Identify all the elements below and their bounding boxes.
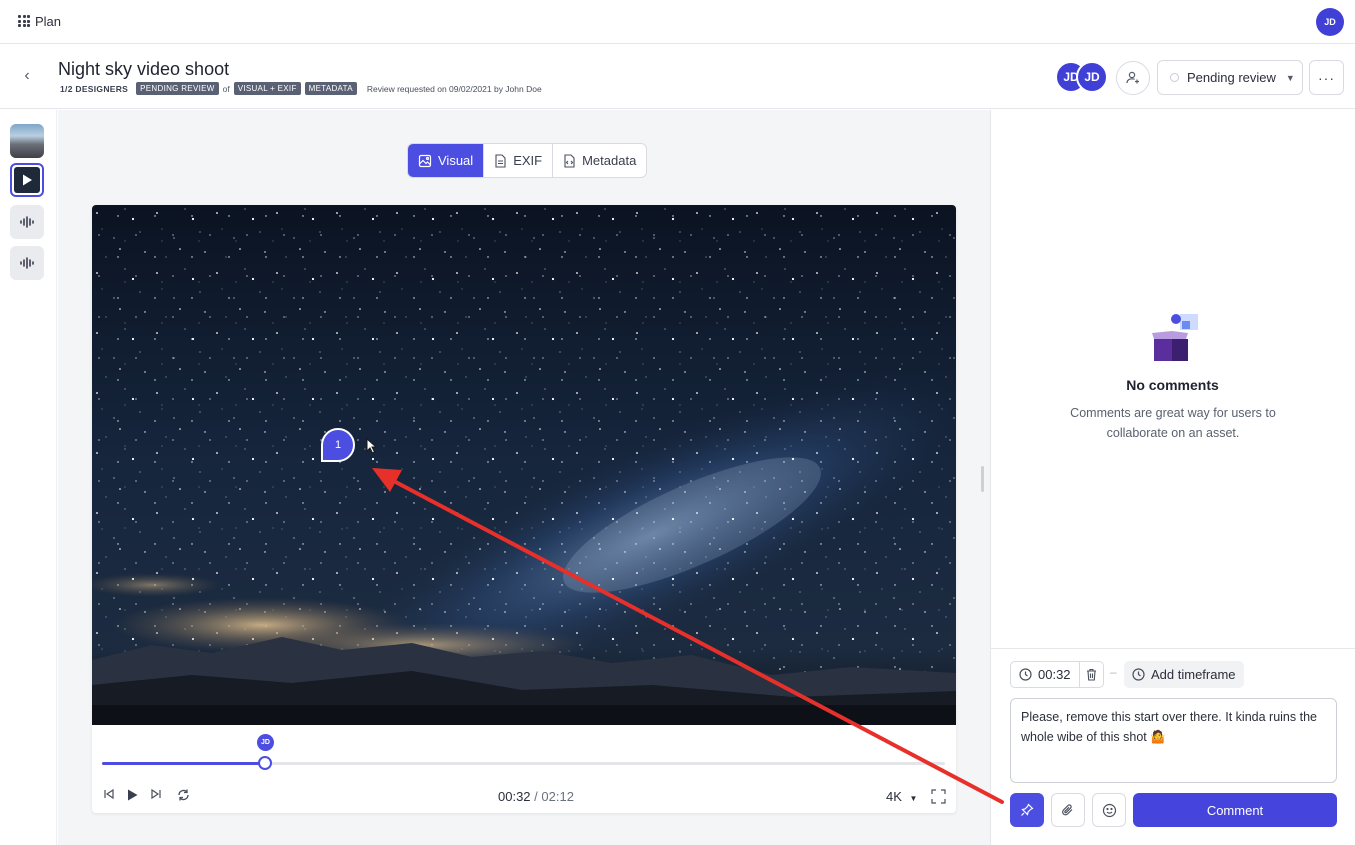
emoji-button[interactable] [1092,793,1126,827]
pin-icon [1021,803,1034,816]
skip-back-icon [104,788,114,800]
add-timeframe-label: Add timeframe [1151,667,1236,682]
top-bar: Plan JD [0,0,1355,44]
thumbnail-video-active[interactable] [10,163,44,197]
skip-back-button[interactable] [103,788,115,800]
comment-marker-avatar[interactable]: JD [257,734,274,751]
mouse-cursor-icon [366,438,378,454]
add-reviewer-button[interactable] [1116,61,1150,95]
timecode-chip[interactable]: 00:32 [1010,661,1104,688]
empty-state-title: No comments [1126,377,1219,393]
caret-down-icon: ▼ [1285,72,1295,83]
trash-icon [1086,668,1096,681]
tab-label: EXIF [513,153,543,168]
review-meta: 1/2 DESIGNERS PENDING REVIEW of VISUAL +… [60,82,542,95]
document-icon [495,153,506,168]
attach-button[interactable] [1051,793,1085,827]
play-icon [23,174,32,186]
timeframe-separator: – [1110,665,1117,679]
loop-button[interactable] [176,788,191,802]
comment-input[interactable]: Please, remove this start over there. It… [1010,698,1337,783]
timeline-progress [102,762,265,765]
play-button[interactable] [126,788,139,802]
view-tabs: Visual EXIF Metadata [407,143,648,178]
page-title: Night sky video shoot [58,59,230,79]
empty-state-description: Comments are great way for users to coll… [1070,406,1276,440]
timecode-value: 00:32 [1038,667,1071,682]
caret-down-icon: ▼ [909,794,918,803]
fullscreen-icon [931,789,946,804]
audio-wave-icon [20,216,34,228]
loop-icon [178,789,189,801]
thumbnail-audio-2[interactable] [10,246,44,280]
smiley-icon [1102,803,1116,817]
playback-time: 00:32 / 02:12 [498,789,574,804]
reviewer-avatar[interactable]: JD [1076,61,1108,93]
clock-icon [1132,668,1145,681]
total-time: 02:12 [541,789,574,804]
user-avatar[interactable]: JD [1316,8,1344,36]
tab-label: Metadata [582,153,637,168]
scope-badge-metadata: METADATA [304,82,357,95]
image-icon [418,154,432,167]
panel-resize-handle[interactable] [981,466,984,492]
thumbnail-audio-1[interactable] [10,205,44,239]
more-options-button[interactable]: ··· [1309,60,1344,95]
video-player [92,205,956,813]
current-time: 00:32 [498,789,531,804]
add-timeframe-button[interactable]: Add timeframe [1124,661,1244,688]
review-requested-text: Review requested on 09/02/2021 by John D… [366,83,542,94]
time-separator: / [534,789,538,804]
pin-annotation-button[interactable] [1010,793,1044,827]
remove-timecode-button[interactable] [1078,662,1103,687]
status-dot-icon [1170,73,1179,82]
designers-count: 1/2 DESIGNERS [60,83,129,94]
asset-header: ‹ Night sky video shoot 1/2 DESIGNERS PE… [0,45,1355,109]
audio-wave-icon [20,257,34,269]
video-frame-night-sky[interactable] [92,205,956,725]
composer-divider [990,648,1355,649]
status-badge: PENDING REVIEW [136,82,219,95]
code-file-icon [564,153,575,168]
comment-submit-button[interactable]: Comment [1133,793,1337,827]
tab-exif[interactable]: EXIF [483,144,552,177]
app-name[interactable]: Plan [35,14,61,29]
fullscreen-button[interactable] [931,789,946,804]
clock-icon [1019,668,1032,681]
tab-metadata[interactable]: Metadata [552,144,646,177]
play-icon [128,789,138,801]
add-user-icon [1126,71,1139,84]
status-select-label: Pending review [1187,70,1276,85]
empty-box-illustration-icon [1152,314,1198,361]
apps-grid-icon[interactable] [18,15,30,27]
scope-badge-visual-exif: VISUAL + EXIF [233,82,301,95]
of-label: of [222,83,230,94]
tab-label: Visual [438,153,474,168]
back-chevron-icon[interactable]: ‹ [18,67,36,85]
timeline-handle[interactable] [258,756,272,770]
skip-forward-icon [151,788,161,800]
thumbnail-city-image[interactable] [10,124,44,158]
paperclip-icon [1062,804,1073,816]
tab-visual[interactable]: Visual [408,144,484,177]
quality-label: 4K [886,789,902,804]
comment-pin[interactable]: 1 [321,428,355,462]
quality-select[interactable]: 4K ▼ [886,789,917,804]
status-select[interactable]: Pending review ▼ [1157,60,1303,95]
skip-forward-button[interactable] [150,788,162,800]
